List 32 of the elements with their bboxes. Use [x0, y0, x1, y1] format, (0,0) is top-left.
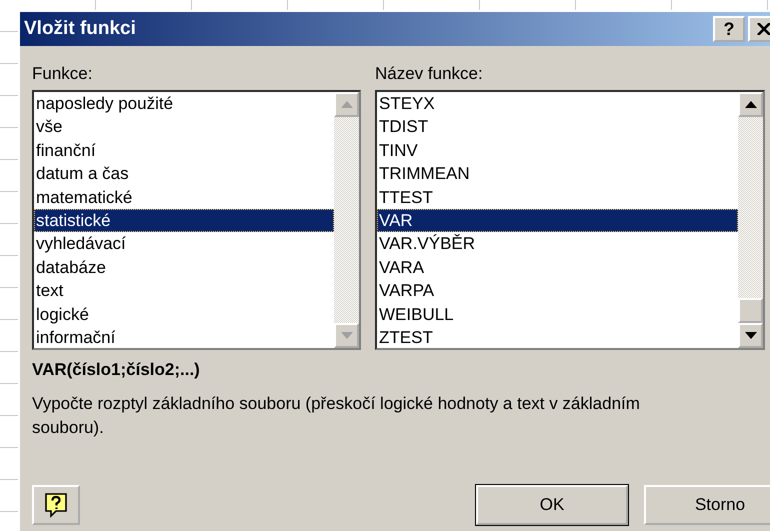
ok-button[interactable]: OK [476, 485, 628, 525]
function-syntax: VAR(číslo1;číslo2;...) [32, 360, 201, 380]
list-item[interactable]: vyhledávací [34, 232, 334, 256]
list-item[interactable]: STEYX [377, 92, 738, 116]
list-item[interactable]: VAR [377, 208, 738, 232]
list-item[interactable]: statistické [34, 208, 334, 232]
list-item[interactable]: TDIST [377, 115, 738, 139]
cancel-button[interactable]: Storno [644, 485, 770, 525]
list-item[interactable]: VARA [377, 256, 738, 280]
list-item[interactable]: WEIBULL [377, 302, 738, 326]
list-label: Název funkce: [375, 64, 484, 84]
list-item[interactable]: finanční [34, 138, 334, 162]
list-box[interactable]: naposledy použité vše finanční datum a čas matematické statistické vyhledávací databáze text logické informační [32, 90, 361, 350]
list-item[interactable]: TRIMMEAN [377, 162, 738, 186]
function-description: Vypočte rozptyl základního souboru (přeskočí logické hodnoty a text v základním souboru). [32, 393, 641, 439]
list-item[interactable]: matematické [34, 186, 334, 209]
list-item[interactable]: VARPA [377, 279, 738, 303]
list-item[interactable]: vše [34, 115, 334, 139]
list-label: Funkce: [32, 64, 94, 84]
list-item[interactable]: naposledy použité [34, 92, 334, 116]
help-button[interactable]: ? [713, 16, 745, 42]
list-box[interactable]: STEYX TDIST TINV TRIMMEAN TTEST VAR VAR.VÝBĚR VARA VARPA WEIBULL ZTEST [375, 90, 765, 350]
list-item[interactable]: TTEST [377, 186, 738, 209]
list-item[interactable]: datum a čas [34, 162, 334, 186]
list-item[interactable]: informační [34, 326, 334, 350]
list-item[interactable]: databáze [34, 256, 334, 280]
window-title: Vložit funkci [24, 18, 137, 40]
list-item[interactable]: TINV [377, 138, 738, 162]
list-item[interactable]: VAR.VÝBĚR [377, 232, 738, 256]
list-item[interactable]: ZTEST [377, 326, 738, 350]
list-item[interactable]: text [34, 279, 334, 303]
list-item[interactable]: logické [34, 302, 334, 326]
